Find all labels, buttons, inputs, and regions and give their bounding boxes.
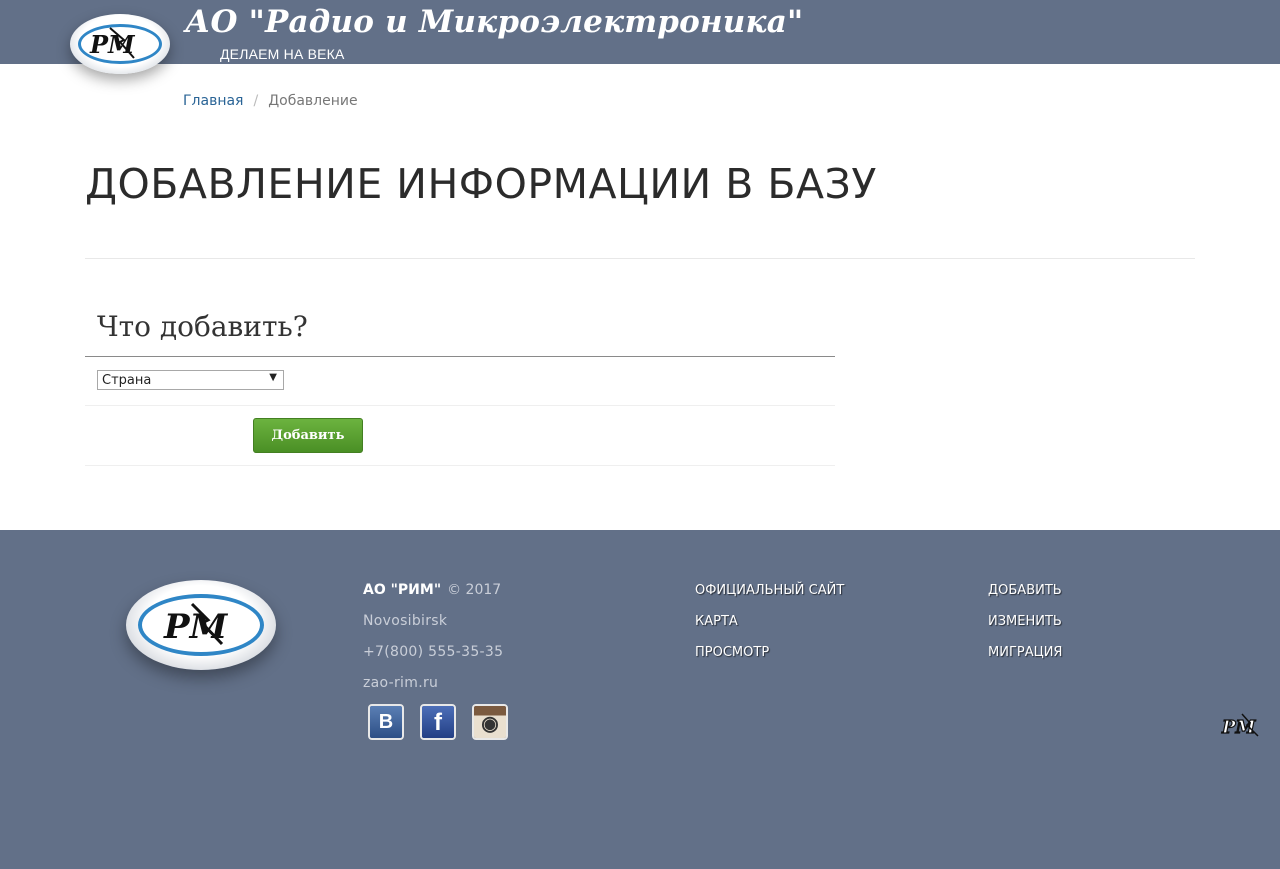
page-title: ДОБАВЛЕНИЕ ИНФОРМАЦИИ В БАЗУ: [85, 160, 877, 208]
vk-button[interactable]: B: [368, 704, 404, 740]
footer-phone: +7(800) 555-35-35: [363, 644, 504, 660]
site-slogan: ДЕЛАЕМ НА ВЕКА: [220, 46, 345, 62]
site-title: АО "Радио и Микроэлектроника": [185, 4, 804, 40]
type-select[interactable]: Страна ▼: [97, 370, 284, 390]
dropdown-arrow-icon: ▼: [269, 372, 277, 383]
scroll-top-logo-icon[interactable]: РМ: [1216, 711, 1276, 739]
footer-rim-logo-icon: РМ: [163, 602, 229, 647]
instagram-icon: ◉: [474, 706, 506, 738]
footer-copyright: © 2017: [447, 582, 502, 598]
type-select-value: Страна: [102, 373, 152, 388]
form-bottom-divider: [85, 465, 835, 466]
footer-city: Novosibirsk: [363, 613, 448, 629]
instagram-button[interactable]: ◉: [472, 704, 508, 740]
footer-website: zao-rim.ru: [363, 675, 439, 691]
footer-link-edit[interactable]: ИЗМЕНИТЬ: [988, 614, 1062, 629]
rim-logo-icon: РМ: [89, 27, 136, 59]
header-logo[interactable]: РМ: [70, 14, 170, 74]
footer-link-add[interactable]: ДОБАВИТЬ: [988, 583, 1062, 598]
breadcrumb-current: Добавление: [268, 93, 358, 109]
form-row-divider: [85, 405, 835, 406]
title-divider: [85, 258, 1195, 259]
logo-letters: РМ: [89, 30, 136, 59]
facebook-button[interactable]: f: [420, 704, 456, 740]
form-heading-divider: [85, 356, 835, 357]
breadcrumb: Главная / Добавление: [183, 93, 358, 109]
facebook-icon: f: [422, 706, 454, 738]
footer-link-map[interactable]: КАРТА: [695, 614, 738, 629]
breadcrumb-separator: /: [253, 93, 259, 109]
footer-company-name: АО "РИМ": [363, 582, 442, 598]
vk-icon: B: [370, 706, 402, 738]
footer-link-migration[interactable]: МИГРАЦИЯ: [988, 645, 1062, 660]
breadcrumb-home-link[interactable]: Главная: [183, 93, 243, 109]
form-heading: Что добавить?: [97, 310, 308, 343]
footer-logo: РМ: [126, 580, 276, 670]
footer: РМ АО "РИМ" © 2017 Novosibirsk +7(800) 55…: [0, 530, 1280, 869]
footer-company: АО "РИМ" © 2017: [363, 582, 501, 598]
add-button[interactable]: Добавить: [253, 418, 363, 453]
footer-link-official-site[interactable]: ОФИЦИАЛЬНЫЙ САЙТ: [695, 583, 844, 598]
footer-link-view[interactable]: ПРОСМОТР: [695, 645, 769, 660]
mini-logo-letters: РМ: [1221, 717, 1257, 738]
